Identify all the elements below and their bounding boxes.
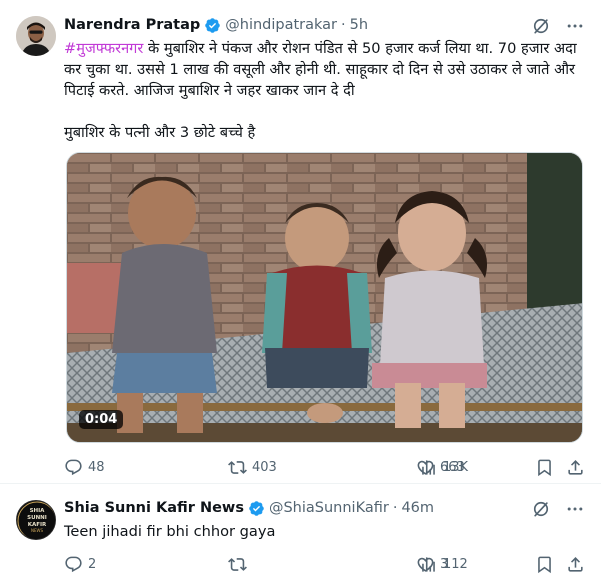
views-button[interactable]: 13K — [419, 458, 468, 477]
handle[interactable]: @ShiaSunniKafir — [269, 500, 389, 516]
display-name[interactable]: Narendra Pratap — [64, 17, 200, 33]
share-icon — [568, 459, 583, 475]
tweet-top-icons — [531, 499, 585, 519]
avatar[interactable] — [16, 16, 56, 56]
tweet-text: #मुजफ्फरनगर के मुबाशिर ने पंकज और रोशन प… — [64, 38, 584, 143]
separator-dot: · — [341, 17, 346, 33]
reply-button[interactable]: 2 — [64, 555, 174, 574]
share-button[interactable] — [566, 555, 585, 574]
views-icon — [422, 459, 435, 475]
bookmark-button[interactable] — [535, 555, 554, 574]
video-thumbnail — [67, 153, 582, 442]
hashtag-link[interactable]: #मुजफ्फरनगर — [64, 40, 143, 57]
tweet-actions: 2 3 112 — [64, 554, 585, 574]
verified-badge-icon[interactable] — [248, 500, 265, 517]
tweet-header: Shia Sunni Kafir News @ShiaSunniKafir · … — [64, 498, 434, 518]
tweet-top-icons — [531, 16, 585, 36]
more-icon[interactable] — [565, 16, 585, 36]
video-duration-badge: 0:04 — [79, 410, 124, 429]
repost-button[interactable] — [228, 555, 350, 574]
views-count: 13K — [443, 459, 469, 475]
timestamp[interactable]: 5h — [350, 17, 368, 33]
tweet-text: Teen jihadi fir bhi chhor gaya — [64, 523, 276, 540]
grok-icon[interactable] — [531, 499, 551, 519]
repost-icon — [228, 460, 247, 474]
main-tweet[interactable]: Narendra Pratap @hindipatrakar · 5h #मुज… — [0, 0, 601, 484]
reply-icon — [65, 459, 82, 475]
reply-count: 48 — [88, 459, 105, 475]
tweet-actions: 48 403 663 13K — [64, 457, 585, 477]
repost-icon — [228, 557, 247, 571]
logo-text-line-1: SHIA — [30, 508, 46, 514]
bookmark-icon — [538, 556, 551, 573]
bookmark-icon — [538, 459, 551, 476]
views-button[interactable]: 112 — [419, 555, 468, 574]
tweet-paragraph-2: मुबाशिर के पत्नी और 3 छोटे बच्चे है — [64, 124, 256, 141]
grok-icon[interactable] — [531, 16, 551, 36]
tweet-paragraph: #मुजफ्फरनगर के मुबाशिर ने पंकज और रोशन प… — [64, 38, 584, 101]
verified-badge-icon[interactable] — [204, 17, 221, 34]
logo-text-line-2: SUNNI — [27, 515, 47, 521]
reply-tweet[interactable]: SHIA SUNNI KAFIR NEWS Shia Sunni Kafir N… — [0, 485, 601, 581]
share-button[interactable] — [566, 458, 585, 477]
handle[interactable]: @hindipatrakar — [225, 17, 337, 33]
reply-button[interactable]: 48 — [64, 458, 174, 477]
repost-button[interactable]: 403 — [228, 458, 350, 477]
separator-dot: · — [392, 500, 398, 516]
bookmark-button[interactable] — [535, 458, 554, 477]
views-icon — [422, 556, 435, 572]
reply-icon — [65, 556, 82, 572]
avatar-photo — [16, 16, 56, 56]
display-name[interactable]: Shia Sunni Kafir News — [64, 500, 244, 516]
share-icon — [568, 556, 583, 572]
tweet-header: Narendra Pratap @hindipatrakar · 5h — [64, 15, 368, 35]
reply-count: 2 — [88, 556, 97, 572]
video-player[interactable] — [66, 152, 583, 443]
timestamp[interactable]: 46m — [401, 500, 434, 516]
logo-text-line-4: NEWS — [31, 528, 43, 533]
repost-count: 403 — [252, 459, 277, 475]
views-count: 112 — [443, 556, 468, 572]
channel-logo: SHIA SUNNI KAFIR NEWS — [17, 501, 55, 539]
more-icon[interactable] — [565, 499, 585, 519]
avatar[interactable]: SHIA SUNNI KAFIR NEWS — [16, 500, 56, 540]
